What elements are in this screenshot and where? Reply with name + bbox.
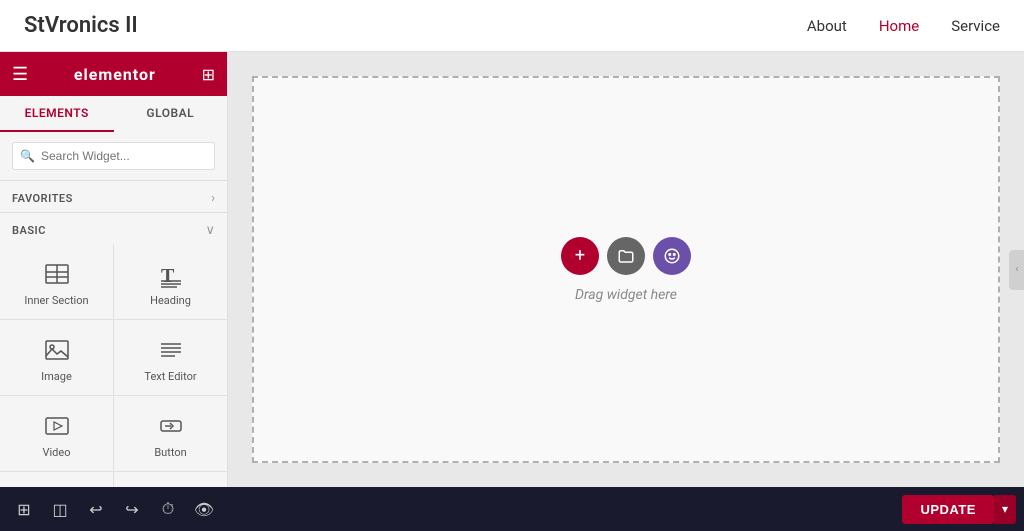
- basic-chevron-icon: ∨: [205, 223, 215, 238]
- widget-heading-label: Heading: [150, 294, 191, 307]
- sidebar: ☰ elementor ⊞ ELEMENTS GLOBAL 🔍 FAVORITE…: [0, 52, 228, 487]
- nav-links: About Home Service: [807, 17, 1000, 35]
- widget-video-label: Video: [43, 446, 71, 459]
- widget-text-editor[interactable]: Text Editor: [114, 320, 227, 395]
- widget-spacer[interactable]: Spacer: [114, 472, 227, 487]
- sidebar-tabs: ELEMENTS GLOBAL: [0, 96, 227, 132]
- update-button[interactable]: UPDATE: [902, 495, 993, 524]
- search-icon: 🔍: [20, 149, 35, 163]
- preview-icon-btn[interactable]: 👁: [188, 493, 220, 525]
- elementor-logo: elementor: [74, 65, 156, 84]
- update-dropdown-button[interactable]: ▾: [994, 495, 1016, 524]
- site-title: StVronics II: [24, 13, 807, 38]
- top-bar: StVronics II About Home Service: [0, 0, 1024, 52]
- collapse-handle[interactable]: ‹: [1009, 250, 1024, 290]
- drop-zone: + Drag widge: [252, 76, 1000, 463]
- widget-video[interactable]: Video: [0, 396, 113, 471]
- tab-elements[interactable]: ELEMENTS: [0, 96, 114, 132]
- widget-inner-section-label: Inner Section: [24, 294, 88, 307]
- canvas-inner: + Drag widge: [228, 52, 1024, 487]
- sidebar-header: ☰ elementor ⊞: [0, 52, 227, 96]
- nav-about[interactable]: About: [807, 17, 847, 35]
- button-icon: [157, 412, 185, 440]
- widget-image[interactable]: Image: [0, 320, 113, 395]
- responsive-icon-btn[interactable]: ⊞: [8, 493, 40, 525]
- folder-icon: [617, 247, 635, 265]
- widget-button[interactable]: Button: [114, 396, 227, 471]
- redo-icon-btn[interactable]: ↪: [116, 493, 148, 525]
- grid-icon[interactable]: ⊞: [202, 65, 215, 84]
- template-button[interactable]: [607, 237, 645, 275]
- widget-image-label: Image: [41, 370, 72, 383]
- undo-icon-btn[interactable]: ↩: [80, 493, 112, 525]
- widget-button-drop[interactable]: [653, 237, 691, 275]
- canvas: + Drag widge: [228, 52, 1024, 487]
- drop-zone-actions: +: [561, 237, 691, 275]
- widget-button-label: Button: [154, 446, 186, 459]
- history-icon-btn[interactable]: ⏱: [152, 493, 184, 525]
- heading-icon: T: [157, 260, 185, 288]
- favorites-chevron-icon: ›: [211, 191, 215, 206]
- nav-home[interactable]: Home: [879, 17, 919, 35]
- inner-section-icon: [43, 260, 71, 288]
- favorites-label: FAVORITES: [12, 192, 73, 205]
- video-icon: [43, 412, 71, 440]
- bottom-bar: ⊞ ◫ ↩ ↪ ⏱ 👁 UPDATE ▾: [0, 487, 1024, 531]
- favorites-section-header[interactable]: FAVORITES ›: [0, 185, 227, 212]
- widget-text-editor-label: Text Editor: [144, 370, 196, 383]
- widget-inner-section[interactable]: Inner Section: [0, 244, 113, 319]
- widget-grid: Inner Section T Heading Imag: [0, 244, 227, 487]
- drop-label: Drag widget here: [575, 287, 677, 303]
- widget-heading[interactable]: T Heading: [114, 244, 227, 319]
- main-layout: ☰ elementor ⊞ ELEMENTS GLOBAL 🔍 FAVORITE…: [0, 52, 1024, 487]
- tab-global[interactable]: GLOBAL: [114, 96, 228, 132]
- layers-icon-btn[interactable]: ◫: [44, 493, 76, 525]
- search-wrap: 🔍: [0, 132, 227, 180]
- smile-icon: [663, 247, 681, 265]
- divider: [0, 180, 227, 181]
- add-section-button[interactable]: +: [561, 237, 599, 275]
- basic-section-header[interactable]: BASIC ∨: [0, 217, 227, 244]
- update-group: UPDATE ▾: [902, 495, 1016, 524]
- nav-service[interactable]: Service: [951, 17, 1000, 35]
- widget-divider[interactable]: Divider: [0, 472, 113, 487]
- basic-label: BASIC: [12, 224, 46, 237]
- image-icon: [43, 336, 71, 364]
- divider2: [0, 212, 227, 213]
- text-editor-icon: [157, 336, 185, 364]
- search-input[interactable]: [12, 142, 215, 170]
- hamburger-icon[interactable]: ☰: [12, 64, 28, 85]
